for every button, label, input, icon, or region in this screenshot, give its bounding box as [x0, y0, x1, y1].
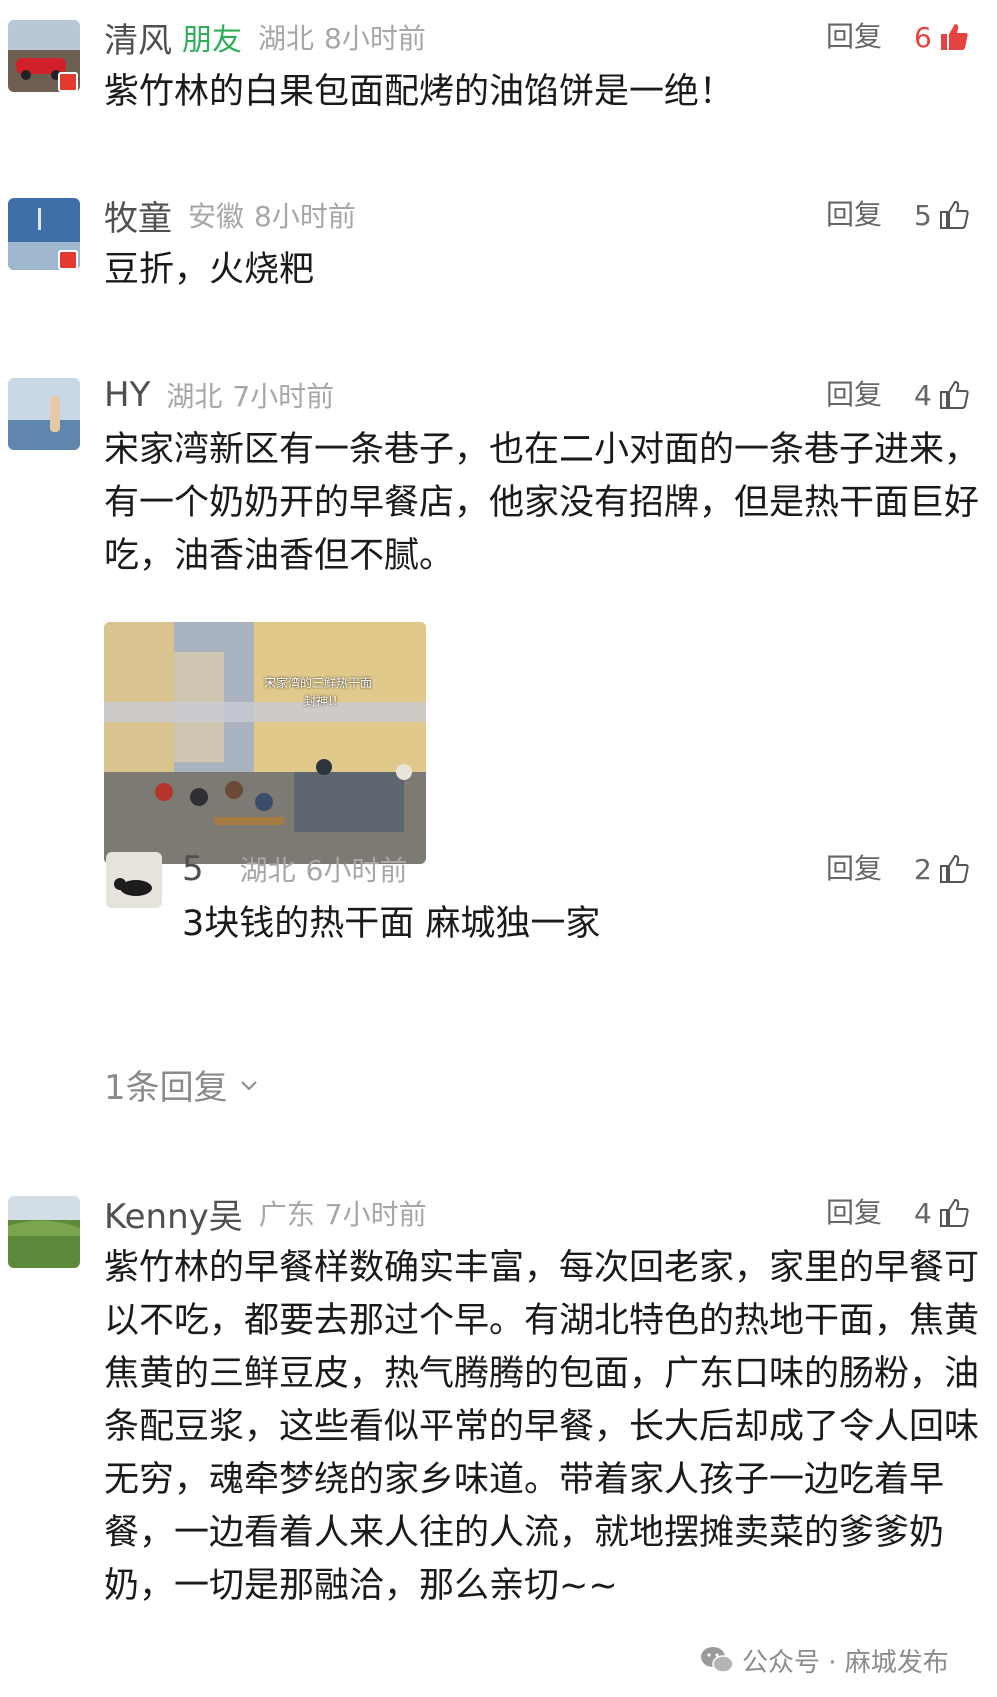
- comment-text: 紫竹林的早餐样数确实丰富，每次回老家，家里的早餐可以不吃，都要去那过个早。有湖北…: [104, 1248, 980, 1606]
- timestamp: 8小时前: [324, 22, 426, 55]
- reply-button[interactable]: 回复: [826, 12, 882, 62]
- thumbs-up-icon: [938, 1197, 970, 1229]
- location: 湖北: [166, 380, 223, 413]
- wechat-icon: [701, 1647, 734, 1673]
- user-name[interactable]: 牧童: [104, 191, 172, 240]
- location: 安徽: [188, 200, 245, 233]
- flag-icon: [58, 250, 78, 270]
- comment-meta: 牧童 安徽 8小时前: [104, 190, 356, 240]
- watermark-text: 公众号 · 麻城发布: [742, 1647, 949, 1678]
- avatar[interactable]: [8, 378, 80, 450]
- chevron-down-icon: [240, 1080, 257, 1090]
- like-button[interactable]: 4: [914, 1188, 970, 1238]
- user-name[interactable]: HY: [104, 375, 150, 415]
- comment-text: 宋家湾新区有一条巷子，也在二小对面的一条巷子进来，有一个奶奶开的早餐店，他家没有…: [104, 430, 980, 576]
- thumbs-up-icon: [938, 199, 970, 231]
- like-count: 6: [914, 20, 932, 54]
- like-button[interactable]: 2: [914, 844, 970, 894]
- timestamp: 8小时前: [254, 200, 356, 233]
- timestamp: 6小时前: [305, 854, 408, 887]
- user-name[interactable]: 5: [182, 849, 204, 889]
- reply-button[interactable]: 回复: [826, 1188, 882, 1238]
- friend-tag: 朋友: [182, 23, 242, 58]
- like-count: 4: [914, 1196, 932, 1230]
- timestamp: 7小时前: [232, 380, 335, 413]
- watermark: 公众号 · 麻城发布: [700, 1640, 949, 1680]
- comment-meta: 清风 朋友 湖北 8小时前: [104, 12, 426, 62]
- like-button[interactable]: 5: [914, 190, 970, 240]
- comment-meta: 5 湖北 6小时前: [182, 844, 407, 894]
- location: 湖北: [239, 854, 296, 887]
- comment-meta: HY 湖北 7小时前: [104, 370, 334, 420]
- user-name[interactable]: 清风: [104, 13, 172, 62]
- reply-button[interactable]: 回复: [826, 370, 882, 420]
- timestamp: 7小时前: [324, 1198, 427, 1231]
- like-count: 2: [914, 852, 932, 886]
- like-count: 4: [914, 378, 932, 412]
- comment-meta: Kenny吴 广东 7小时前: [104, 1188, 427, 1238]
- reply-button[interactable]: 回复: [826, 844, 882, 894]
- avatar[interactable]: [106, 852, 162, 908]
- comment-text: 3块钱的热干面 麻城独一家: [182, 904, 601, 944]
- thumbs-up-filled-icon: [938, 21, 970, 53]
- like-button[interactable]: 6: [914, 12, 970, 62]
- like-count: 5: [914, 198, 932, 232]
- expand-replies-button[interactable]: 1条回复: [104, 1060, 260, 1109]
- photo-caption: 封神!!: [304, 694, 338, 708]
- comment-photo[interactable]: 宋家湾的三鲜热干面 封神!!: [104, 622, 426, 864]
- user-name[interactable]: Kenny吴: [104, 1189, 243, 1238]
- reply-button[interactable]: 回复: [826, 190, 882, 240]
- photo-caption: 宋家湾的三鲜热干面: [264, 676, 373, 690]
- thumbs-up-icon: [938, 853, 970, 885]
- comment-text: 紫竹林的白果包面配烤的油馅饼是一绝！: [104, 72, 735, 112]
- expand-replies-label: 1条回复: [104, 1068, 228, 1108]
- avatar[interactable]: [8, 1196, 80, 1268]
- comment-text: 豆折，火烧粑: [104, 250, 315, 290]
- thumbs-up-icon: [938, 379, 970, 411]
- like-button[interactable]: 4: [914, 370, 970, 420]
- location: 广东: [258, 1198, 315, 1231]
- flag-icon: [58, 72, 78, 92]
- location: 湖北: [258, 22, 315, 55]
